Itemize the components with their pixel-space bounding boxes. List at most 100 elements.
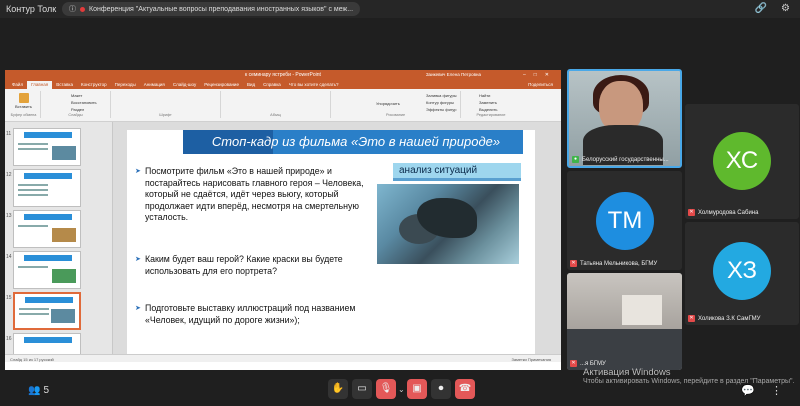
ribbon-group-label: Абзац bbox=[270, 113, 281, 117]
powerpoint-status-bar: Слайд 15 из 17 русский Заметки Примечани… bbox=[5, 354, 561, 362]
avatar: ХС bbox=[713, 132, 771, 190]
shape-effects-button[interactable]: Эффекты фигур bbox=[426, 107, 456, 112]
hand-icon: ✋ bbox=[331, 383, 345, 394]
thumb-number: 14 bbox=[6, 254, 12, 260]
ribbon-group-label: Слайды bbox=[68, 113, 83, 117]
mic-off-icon: ✕ bbox=[688, 315, 695, 322]
slide-thumbnail[interactable] bbox=[13, 128, 81, 166]
mic-on-icon: ● bbox=[572, 156, 579, 163]
tell-me-search[interactable]: Что вы хотите сделать? bbox=[285, 81, 343, 89]
slide-thumbnail[interactable] bbox=[13, 169, 81, 207]
paste-button[interactable]: Вставить bbox=[15, 104, 32, 109]
section-button[interactable]: Раздел bbox=[71, 107, 84, 112]
tab-file[interactable]: Файл bbox=[8, 81, 27, 89]
arrange-button[interactable]: Упорядочить bbox=[376, 101, 400, 106]
participant-name: ✕ Татьяна Мельникова, БГМУ bbox=[570, 260, 658, 267]
ribbon-group-drawing: Упорядочить Заливка фигуры Контур фигуры… bbox=[331, 91, 461, 118]
participants-button[interactable]: 👥 5 bbox=[28, 385, 49, 396]
leave-call-button[interactable]: ☎ bbox=[455, 379, 475, 399]
thumb-number: 11 bbox=[6, 131, 12, 137]
slide-bullet: ➤ Подготовьте выставку иллюстраций под н… bbox=[135, 303, 356, 325]
slide-thumbnail-selected[interactable] bbox=[13, 292, 81, 330]
record-button[interactable]: ⏺ bbox=[431, 379, 451, 399]
select-button[interactable]: Выделить bbox=[479, 107, 497, 112]
participant-name: ✕ ...я БГМУ bbox=[570, 360, 606, 367]
slide-thumbnail[interactable] bbox=[13, 251, 81, 289]
notes-comments[interactable]: Заметки Примечания bbox=[511, 357, 551, 362]
ribbon-group-paragraph: Абзац bbox=[221, 91, 331, 118]
microphone-button[interactable]: 🎙 bbox=[376, 379, 396, 399]
avatar: ХЗ bbox=[713, 242, 771, 300]
participant-tile-video[interactable]: ● Белорусский государственны... bbox=[567, 69, 682, 168]
recording-indicator-icon bbox=[80, 6, 85, 12]
ribbon-group-label: Рисование bbox=[385, 113, 406, 117]
tab-insert[interactable]: Вставка bbox=[52, 81, 77, 89]
shape-fill-button[interactable]: Заливка фигуры bbox=[426, 93, 457, 98]
more-options-icon[interactable]: ⋮ bbox=[771, 384, 782, 397]
powerpoint-user-name: Заикевич Елена Петровна bbox=[425, 72, 481, 77]
thumb-number: 12 bbox=[6, 172, 12, 178]
mic-off-icon: ✕ bbox=[688, 209, 695, 216]
avatar: ТМ bbox=[596, 192, 654, 250]
mic-options-chevron-icon[interactable]: ⌄ bbox=[398, 385, 405, 394]
link-icon[interactable]: 🔗 bbox=[755, 3, 767, 14]
mic-off-icon: ✕ bbox=[570, 260, 577, 267]
slide-thumbnails-pane[interactable]: 11 12 13 14 15 16 bbox=[5, 122, 113, 362]
tab-review[interactable]: Рецензирование bbox=[200, 81, 243, 89]
chat-icon[interactable]: 💬 bbox=[741, 384, 755, 397]
ribbon-group-font: Шрифт bbox=[111, 91, 221, 118]
camera-button[interactable]: ▣ bbox=[407, 379, 427, 399]
record-icon: ⏺ bbox=[438, 383, 444, 394]
slide-bullet: ➤ Каким будет ваш герой? Какие краски вы… bbox=[135, 254, 343, 276]
participant-tile[interactable]: ХС ✕ Холмуродова Сабина bbox=[685, 104, 799, 219]
powerpoint-workspace: 11 12 13 14 15 16 Стоп-кадр из фильма «Э… bbox=[5, 122, 561, 362]
tab-animation[interactable]: Анимация bbox=[140, 81, 169, 89]
raise-hand-button[interactable]: ✋ bbox=[328, 379, 348, 399]
tab-home[interactable]: Главная bbox=[27, 81, 53, 89]
window-controls-icon[interactable]: –□✕ bbox=[523, 72, 557, 78]
ribbon-group-label: Шрифт bbox=[159, 113, 172, 117]
screen-share-button[interactable]: ▭ bbox=[352, 379, 372, 399]
conference-title: Конференция "Актуальные вопросы преподав… bbox=[89, 5, 354, 13]
screen-share-view: к семинару ястреби - PowerPoint Заикевич… bbox=[5, 70, 561, 370]
slide-counter: Слайд 15 из 17 русский bbox=[10, 357, 54, 362]
share-button[interactable]: Поделиться bbox=[524, 81, 561, 89]
settings-gear-icon[interactable]: ⚙ bbox=[781, 3, 790, 14]
ribbon-tabs: Файл Главная Вставка Конструктор Переход… bbox=[5, 79, 561, 89]
info-icon: ⓘ bbox=[69, 6, 76, 13]
participants-count: 5 bbox=[43, 385, 50, 396]
slide-canvas[interactable]: Стоп-кадр из фильма «Это в нашей природе… bbox=[127, 130, 535, 354]
ribbon: Вставить Буфер обмена Макет Восстановить… bbox=[5, 89, 561, 122]
conference-title-pill[interactable]: ⓘ Конференция "Актуальные вопросы препод… bbox=[62, 2, 361, 16]
participant-tile[interactable]: ТМ ✕ Татьяна Мельникова, БГМУ bbox=[567, 171, 682, 270]
replace-button[interactable]: Заменить bbox=[479, 100, 497, 105]
tab-design[interactable]: Конструктор bbox=[77, 81, 111, 89]
tab-help[interactable]: Справка bbox=[259, 81, 285, 89]
monitor-icon: ▭ bbox=[357, 383, 367, 394]
slide-bullet: ➤ Посмотрите фильм «Это в нашей природе»… bbox=[135, 166, 364, 222]
tab-slideshow[interactable]: Слайд-шоу bbox=[169, 81, 200, 89]
participant-name: ✕ Холмуродова Сабина bbox=[688, 209, 759, 216]
phone-hangup-icon: ☎ bbox=[458, 383, 472, 394]
tab-view[interactable]: Вид bbox=[243, 81, 259, 89]
slide-thumbnail[interactable] bbox=[13, 210, 81, 248]
ribbon-group-label: Редактирование bbox=[476, 113, 506, 117]
participant-name: ● Белорусский государственны... bbox=[572, 156, 669, 163]
call-controls-bar: 👥 5 ✋ ▭ 🎙 ⌄ ▣ ⏺ ☎ 💬 ⋮ bbox=[0, 375, 800, 406]
tab-transitions[interactable]: Переходы bbox=[111, 81, 140, 89]
powerpoint-title-bar: к семинару ястреби - PowerPoint Заикевич… bbox=[5, 70, 561, 79]
ribbon-group-slides: Макет Восстановить Раздел Слайды bbox=[41, 91, 111, 118]
find-button[interactable]: Найти bbox=[479, 93, 490, 98]
film-still-image bbox=[377, 184, 519, 264]
reset-button[interactable]: Восстановить bbox=[71, 100, 97, 105]
powerpoint-window-title: к семинару ястреби - PowerPoint bbox=[245, 71, 321, 78]
participant-tile[interactable]: ХЗ ✕ Холикова З.К СамГМУ bbox=[685, 222, 799, 325]
ribbon-group-label: Буфер обмена bbox=[10, 113, 37, 117]
layout-button[interactable]: Макет bbox=[71, 93, 82, 98]
slide-title: Стоп-кадр из фильма «Это в нашей природе… bbox=[211, 134, 501, 149]
shape-outline-button[interactable]: Контур фигуры bbox=[426, 100, 454, 105]
paste-icon[interactable] bbox=[19, 93, 29, 103]
mic-off-icon: ✕ bbox=[570, 360, 577, 367]
bullet-arrow-icon: ➤ bbox=[135, 256, 141, 263]
participant-tile-video[interactable]: ✕ ...я БГМУ bbox=[567, 273, 682, 370]
